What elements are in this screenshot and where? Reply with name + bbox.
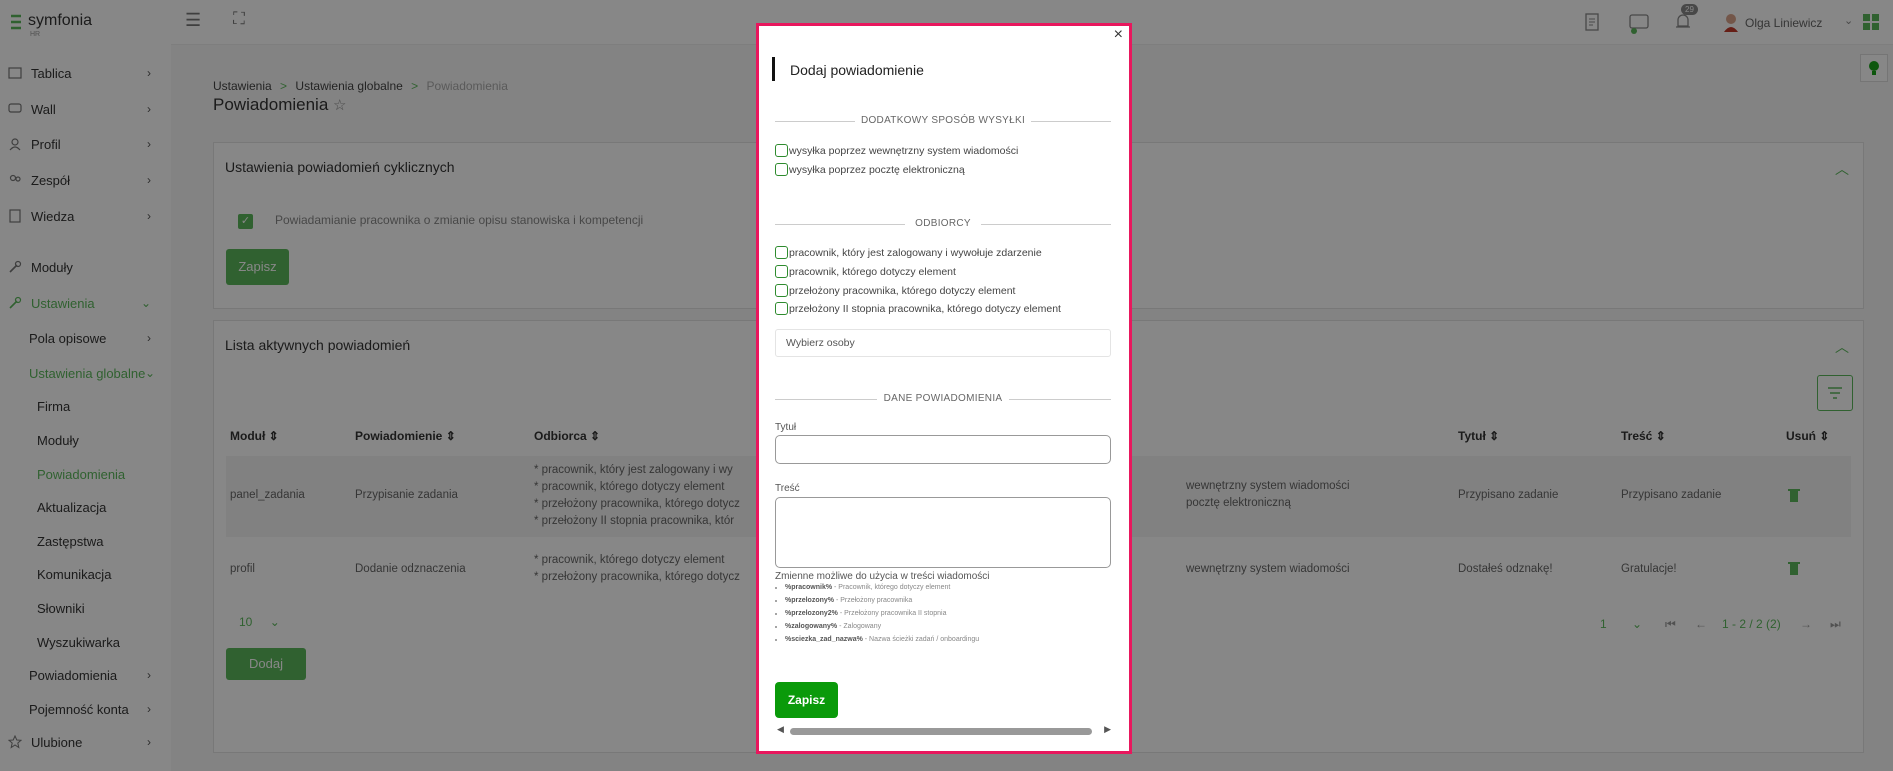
checkbox[interactable] [775,246,788,259]
option-label: przełożony pracownika, którego dotyczy e… [789,285,1016,297]
option-label: przełożony II stopnia pracownika, któreg… [789,303,1061,315]
variable-item: %zalogowany% - Zalogowany [785,623,979,630]
section-extra-delivery: DODATKOWY SPOSÓB WYSYŁKI [775,114,1111,128]
checkbox[interactable] [775,144,788,157]
variables-list: %pracownik% - Pracownik, którego dotyczy… [775,584,979,649]
title-accent-bar [772,57,775,81]
checkbox[interactable] [775,284,788,297]
section-title: ODBIORCY [915,218,971,229]
horizontal-scrollbar[interactable]: ◀ ▶ [777,724,1111,736]
title-input[interactable] [775,435,1111,464]
content-textarea[interactable] [775,497,1111,568]
section-recipients: ODBIORCY [775,217,1111,231]
scroll-left-icon[interactable]: ◀ [777,724,784,735]
checkbox[interactable] [775,302,788,315]
section-notification-data: DANE POWIADOMIENIA [775,392,1111,406]
add-notification-modal: × Dodaj powiadomienie DODATKOWY SPOSÓB W… [756,23,1132,754]
select-people-input[interactable]: Wybierz osoby [775,329,1111,357]
variable-item: %przelozony2% - Przełożony pracownika II… [785,610,979,617]
scrollbar-thumb[interactable] [790,728,1092,735]
variables-heading: Zmienne możliwe do użycia w treści wiado… [775,571,990,582]
select-placeholder: Wybierz osoby [786,337,855,349]
option-label: pracownik, którego dotyczy element [789,266,956,278]
option-label: wysyłka poprzez wewnętrzny system wiadom… [789,145,1019,157]
section-title: DODATKOWY SPOSÓB WYSYŁKI [860,115,1026,126]
variable-item: %sciezka_zad_nazwa% - Nazwa ścieżki zada… [785,636,979,643]
variable-item: %przelozony% - Przełożony pracownika [785,597,979,604]
option-label: wysyłka poprzez pocztę elektroniczną [789,164,965,176]
option-label: pracownik, który jest zalogowany i wywoł… [789,247,1042,259]
variable-item: %pracownik% - Pracownik, którego dotyczy… [785,584,979,591]
title-label: Tytuł [775,422,797,433]
content-label: Treść [775,483,800,494]
modal-title: Dodaj powiadomienie [790,62,924,78]
section-title: DANE POWIADOMIENIA [883,393,1003,404]
scroll-right-icon[interactable]: ▶ [1104,724,1111,735]
modal-save-button[interactable]: Zapisz [775,682,838,718]
checkbox[interactable] [775,265,788,278]
close-icon[interactable]: × [1114,26,1123,44]
checkbox[interactable] [775,163,788,176]
